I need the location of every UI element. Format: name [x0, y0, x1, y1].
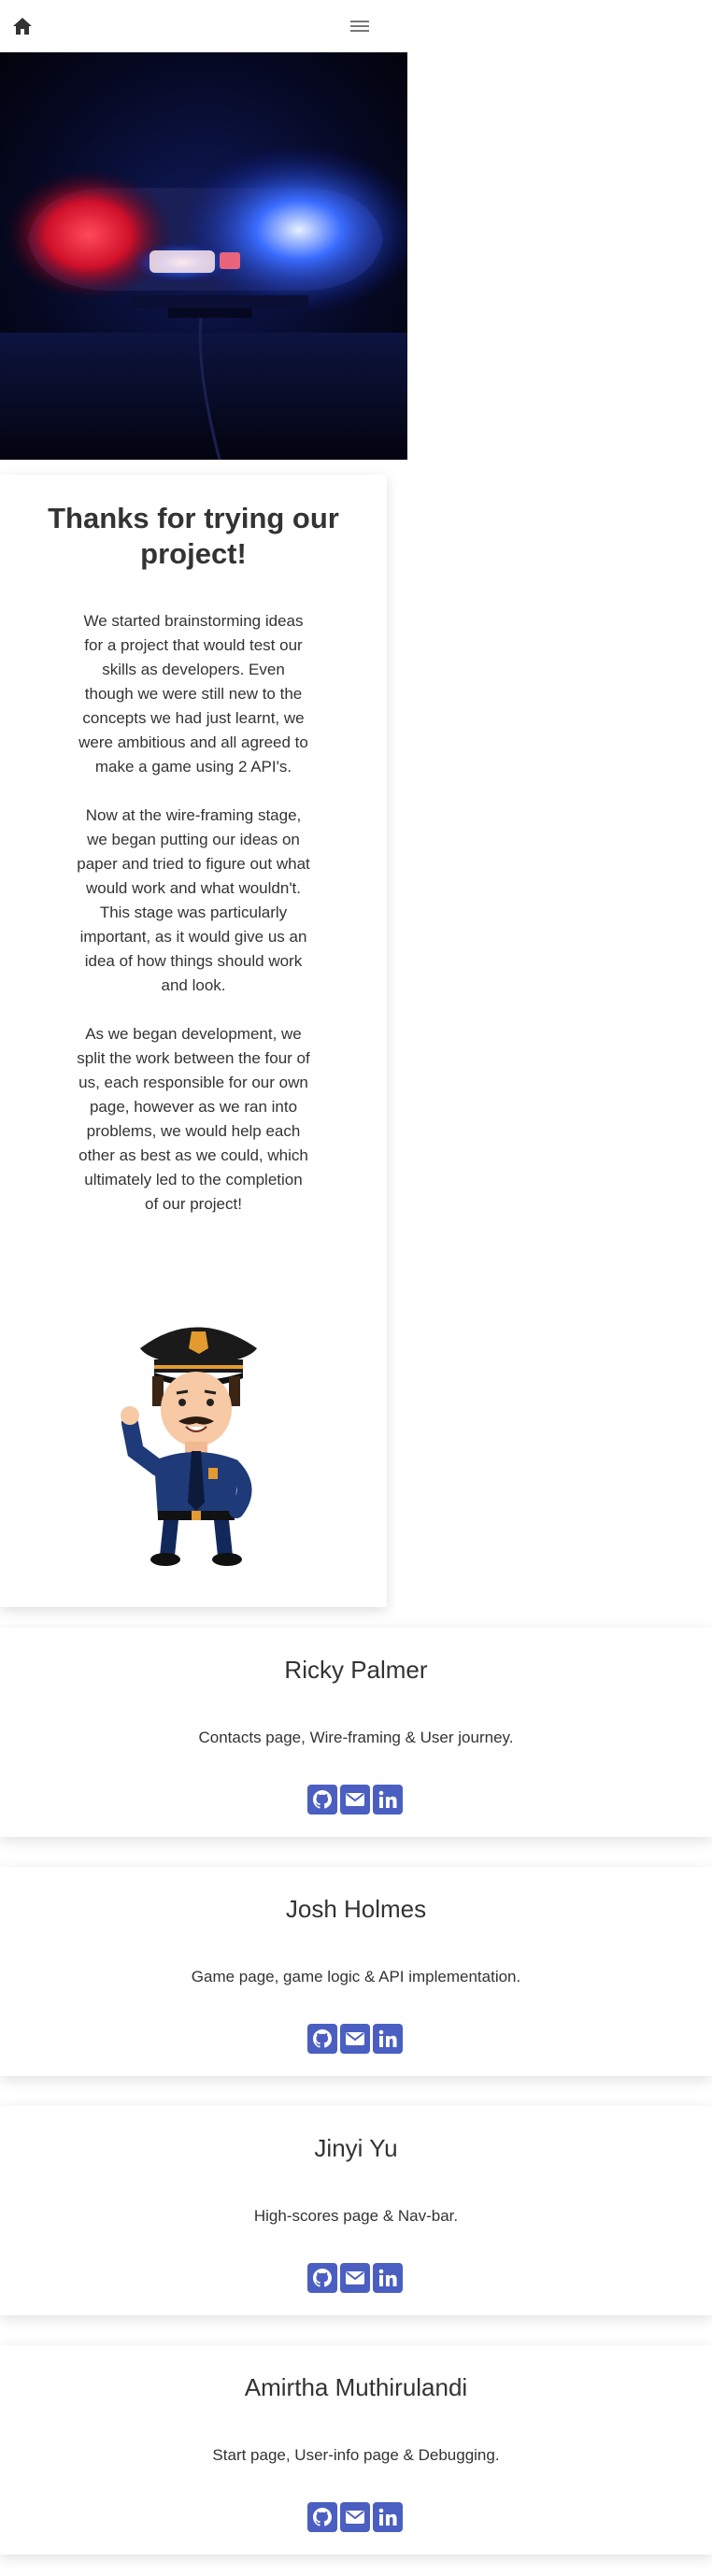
police-officer-illustration [117, 1311, 276, 1573]
about-card: Thanks for trying our project! We starte… [0, 475, 387, 1607]
social-links [307, 1785, 403, 1816]
social-links [307, 2024, 403, 2056]
member-name: Amirtha Muthirulandi [244, 2373, 468, 2401]
about-paragraph: We started brainstorming ideas for a pro… [78, 612, 308, 776]
social-links [307, 2263, 403, 2295]
linkedin-icon[interactable] [373, 1785, 403, 1815]
linkedin-icon[interactable] [373, 2263, 403, 2293]
github-icon[interactable] [307, 2263, 337, 2293]
about-paragraph: As we began development, we split the wo… [77, 1025, 310, 1213]
about-paragraph: Now at the wire-framing stage, we began … [77, 806, 310, 994]
team-member-card: Josh Holmes Game page, game logic & API … [0, 1867, 712, 2076]
team-member-card: Jinyi Yu High-scores page & Nav-bar. [0, 2106, 712, 2315]
social-links [307, 2502, 403, 2534]
home-icon[interactable] [11, 15, 34, 37]
member-name: Josh Holmes [285, 1895, 427, 1923]
hamburger-menu-icon[interactable] [348, 15, 372, 37]
email-icon[interactable] [340, 2263, 370, 2293]
member-name: Ricky Palmer [284, 1656, 428, 1684]
navbar [0, 0, 712, 52]
member-name: Jinyi Yu [314, 2134, 398, 2162]
team-member-card: Ricky Palmer Contacts page, Wire-framing… [0, 1628, 712, 1837]
email-icon[interactable] [340, 2502, 370, 2532]
member-role: High-scores page & Nav-bar. [253, 2207, 459, 2225]
github-icon[interactable] [307, 1785, 337, 1815]
member-role: Game page, game logic & API implementati… [191, 1968, 521, 1985]
hero-police-lights-image [0, 52, 407, 460]
member-role: Start page, User-info page & Debugging. [212, 2446, 500, 2464]
linkedin-icon[interactable] [373, 2024, 403, 2054]
team-member-card: Amirtha Muthirulandi Start page, User-in… [0, 2345, 712, 2555]
email-icon[interactable] [340, 2024, 370, 2054]
github-icon[interactable] [307, 2502, 337, 2532]
github-icon[interactable] [307, 2024, 337, 2054]
linkedin-icon[interactable] [373, 2502, 403, 2532]
email-icon[interactable] [340, 1785, 370, 1815]
about-title: Thanks for trying our project! [48, 502, 339, 570]
member-role: Contacts page, Wire-framing & User journ… [198, 1729, 514, 1746]
